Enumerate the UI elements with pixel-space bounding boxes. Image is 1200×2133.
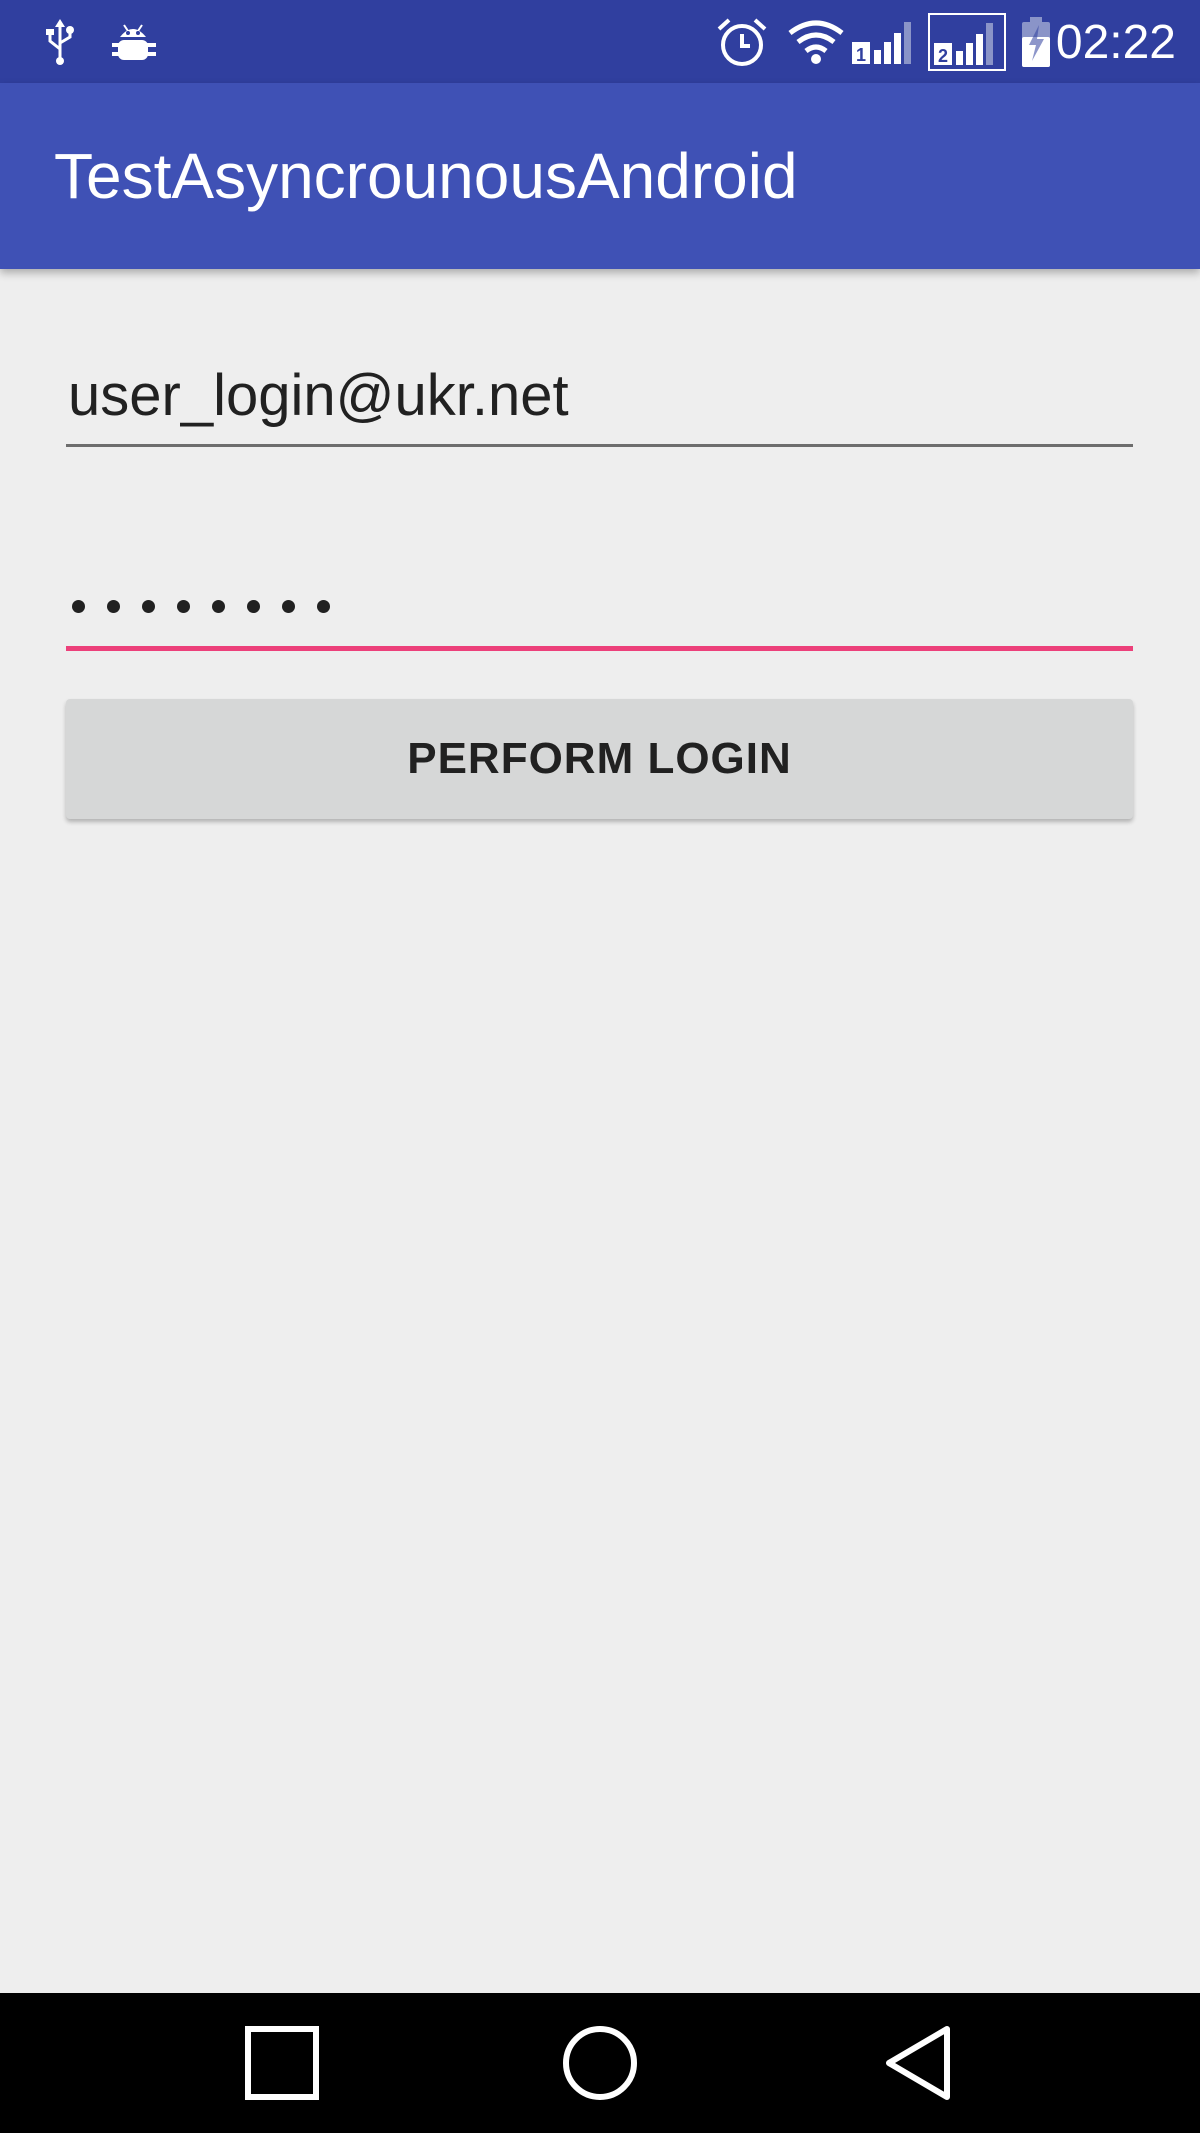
navigation-bar [0, 1993, 1200, 2133]
home-icon[interactable] [530, 1993, 670, 2133]
sim2-label: 2 [938, 46, 948, 66]
password-field[interactable] [66, 551, 1133, 651]
battery-charging-icon [1016, 0, 1056, 83]
wifi-icon [786, 0, 846, 83]
login-screen: 1 2 02:22 TestAsyncrounousAndroid user_l… [0, 0, 1200, 2133]
password-dot [212, 600, 225, 613]
back-icon[interactable] [848, 1993, 988, 2133]
app-bar: TestAsyncrounousAndroid [0, 83, 1200, 269]
alarm-icon [714, 0, 770, 83]
login-form: user_login@ukr.net PERFORM LOGIN [0, 269, 1200, 1993]
password-value[interactable] [72, 600, 330, 613]
password-dot [247, 600, 260, 613]
email-value[interactable]: user_login@ukr.net [68, 362, 569, 429]
android-debug-icon [108, 0, 158, 83]
perform-login-button[interactable]: PERFORM LOGIN [66, 699, 1133, 819]
recents-icon[interactable] [212, 1993, 352, 2133]
signal-sim1-icon: 1 [852, 0, 920, 83]
password-dot [107, 600, 120, 613]
status-bar: 1 2 02:22 [0, 0, 1200, 83]
email-field[interactable]: user_login@ukr.net [66, 351, 1133, 447]
email-underline [66, 444, 1133, 447]
password-dot [142, 600, 155, 613]
sim1-label: 1 [856, 45, 866, 65]
password-dot [282, 600, 295, 613]
password-dot [177, 600, 190, 613]
signal-sim2-icon: 2 [928, 0, 1008, 83]
status-clock: 02:22 [1055, 16, 1176, 69]
password-dot [317, 600, 330, 613]
password-underline-focused [66, 646, 1133, 651]
password-dot [72, 600, 85, 613]
app-title: TestAsyncrounousAndroid [54, 140, 798, 212]
usb-icon [40, 0, 80, 83]
